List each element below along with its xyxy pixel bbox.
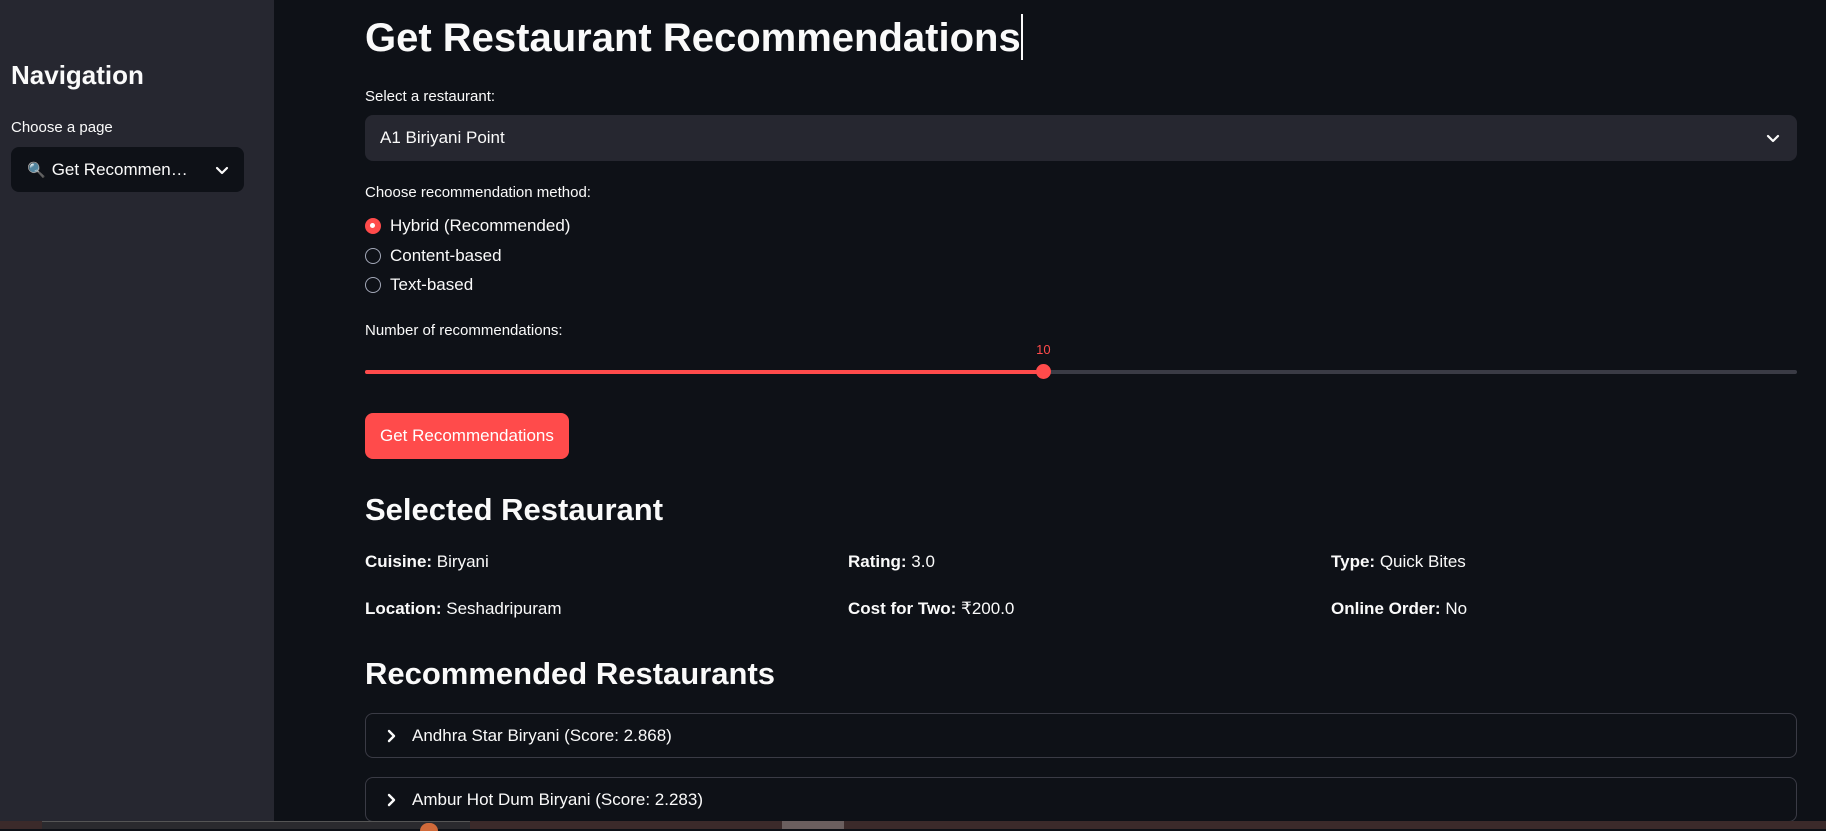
radio-content-based[interactable]: Content-based [365, 246, 502, 266]
recommendation-count-slider[interactable]: 10 [365, 342, 1797, 379]
chevron-right-icon [387, 793, 396, 806]
cuisine-info: Cuisine: Biryani [365, 552, 489, 572]
page-select-value: Get Recommen… [51, 159, 188, 179]
magnifier-icon: 🔍 [27, 161, 46, 179]
selected-restaurant-heading: Selected Restaurant [365, 492, 664, 527]
slider-value: 10 [1036, 342, 1051, 357]
taskbar-app-icon[interactable] [420, 823, 438, 831]
type-value: Quick Bites [1379, 552, 1466, 571]
location-value: Seshadripuram [446, 599, 562, 618]
online-order-value: No [1445, 599, 1468, 618]
radio-label: Hybrid (Recommended) [390, 216, 571, 235]
cuisine-value: Biryani [436, 552, 489, 571]
rating-value: 3.0 [911, 552, 935, 571]
radio-button[interactable] [365, 248, 381, 264]
chevron-right-icon [387, 729, 396, 742]
online-order-key: Online Order: [1331, 599, 1441, 618]
chevron-down-icon [215, 166, 229, 174]
page-title: Get Restaurant Recommendations [365, 14, 1023, 61]
radio-label: Text-based [390, 275, 474, 294]
radio-hybrid[interactable]: Hybrid (Recommended) [365, 216, 570, 236]
radio-text-based[interactable]: Text-based [365, 275, 473, 295]
restaurant-select[interactable]: A1 Biriyani Point [365, 115, 1797, 161]
radio-label: Content-based [390, 246, 502, 265]
restaurant-select-label: Select a restaurant: [365, 88, 496, 105]
taskbar-window[interactable] [42, 821, 470, 829]
recommended-restaurants-heading: Recommended Restaurants [365, 656, 776, 691]
location-key: Location: [365, 599, 442, 618]
sidebar: Navigation Choose a page 🔍 Get Recommen… [0, 0, 274, 829]
chevron-down-icon [1766, 134, 1780, 143]
radio-button-selected[interactable] [365, 218, 381, 234]
recommendation-title: Andhra Star Biryani (Score: 2.868) [412, 725, 672, 745]
recommendation-title: Ambur Hot Dum Biryani (Score: 2.283) [412, 789, 703, 809]
rating-info: Rating: 3.0 [848, 552, 935, 572]
page-title-text: Get Restaurant Recommendations [365, 16, 1021, 60]
recommendation-expander[interactable]: Ambur Hot Dum Biryani (Score: 2.283) [365, 777, 1797, 822]
slider-fill [365, 370, 1044, 374]
type-key: Type: [1331, 552, 1376, 571]
cost-info: Cost for Two: ₹200.0 [848, 599, 1014, 619]
taskbar [0, 821, 1826, 831]
slider-thumb[interactable] [1036, 364, 1052, 379]
taskbar-window-active[interactable] [782, 821, 844, 829]
online-order-info: Online Order: No [1331, 599, 1467, 619]
rating-key: Rating: [848, 552, 907, 571]
page-select[interactable]: 🔍 Get Recommen… [11, 147, 244, 192]
radio-button[interactable] [365, 277, 381, 293]
method-label: Choose recommendation method: [365, 184, 591, 201]
cost-key: Cost for Two: [848, 599, 957, 618]
sidebar-title: Navigation [11, 60, 144, 90]
page-select-label: Choose a page [11, 119, 113, 136]
text-cursor [1020, 14, 1023, 60]
recommendation-expander[interactable]: Andhra Star Biryani (Score: 2.868) [365, 713, 1797, 758]
cuisine-key: Cuisine: [365, 552, 433, 571]
location-info: Location: Seshadripuram [365, 599, 562, 619]
restaurant-select-value: A1 Biriyani Point [380, 128, 505, 147]
get-recommendations-button[interactable]: Get Recommendations [365, 413, 569, 459]
cost-value: ₹200.0 [961, 599, 1015, 618]
type-info: Type: Quick Bites [1331, 552, 1466, 572]
recommendation-count-label: Number of recommendations: [365, 322, 563, 339]
